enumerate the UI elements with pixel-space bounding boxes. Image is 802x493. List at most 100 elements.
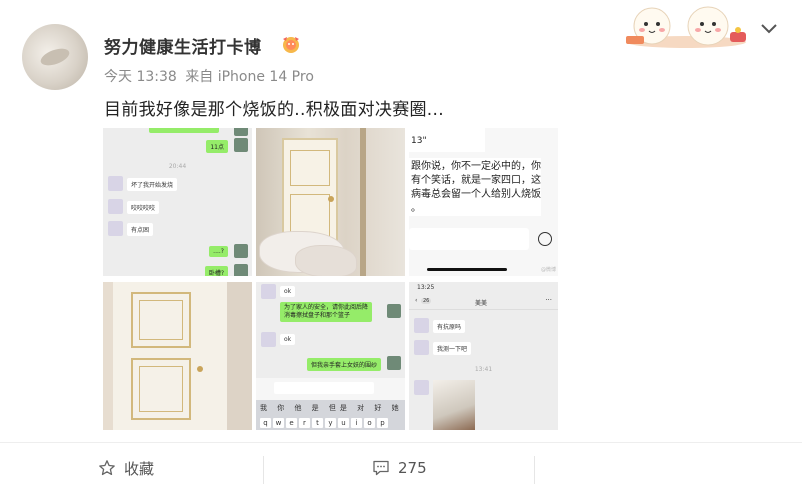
username[interactable]: 努力健康生活打卡博 bbox=[104, 33, 262, 58]
image-chat-3[interactable]: 13:25 ‹ 26 美美 ··· 有抗原吗 我测一下吧 13:41 bbox=[409, 282, 558, 430]
chat-avatar-right bbox=[234, 138, 248, 152]
chat-bubble-left: 有点困 bbox=[127, 223, 154, 236]
chat-photo bbox=[433, 380, 475, 430]
chat-input bbox=[409, 228, 529, 250]
avatar[interactable] bbox=[22, 24, 88, 90]
keyboard-suggestions: 我 你 他 是 但是 对 好 她 bbox=[260, 404, 403, 412]
chat-line: 跟你说，你不一定必中的，你 bbox=[411, 161, 541, 172]
key: u bbox=[338, 418, 349, 428]
comment-icon bbox=[373, 460, 389, 476]
chat-line: 。 bbox=[411, 203, 421, 214]
chat-avatar-left bbox=[414, 318, 429, 333]
post-source[interactable]: 来自 iPhone 14 Pro bbox=[185, 69, 314, 85]
image-chat-1[interactable]: 11点 20:44 坏了我开始发烧 咬咬咬咬 有点困 ....? 卧槽? bbox=[103, 128, 252, 276]
chat-screenshot: 13:25 ‹ 26 美美 ··· 有抗原吗 我测一下吧 13:41 bbox=[409, 282, 558, 430]
watermark: @微博 bbox=[540, 267, 556, 273]
status-clock: 13:25 bbox=[417, 284, 435, 291]
keyboard-row: qwertyuiop bbox=[260, 418, 390, 428]
decorative-sticker-icon bbox=[626, 6, 746, 48]
chat-bubble-left: ok bbox=[280, 286, 296, 297]
door-panel bbox=[290, 150, 330, 186]
chat-screenshot: ok 为了家人的安全，请你此阅后降 消毒擦拭盘子和那个篮子 ok 但我亲手套上女… bbox=[256, 282, 405, 430]
chat-bubble-left: ok bbox=[280, 334, 296, 345]
chat-message-box: 跟你说，你不一定必中的，你 有个笑话，就是一家四口，这 病毒总会留一个人给别人烧… bbox=[409, 158, 541, 216]
chat-screenshot: 13" 跟你说，你不一定必中的，你 有个笑话，就是一家四口，这 病毒总会留一个人… bbox=[409, 128, 558, 276]
post-meta: 今天 13:38 来自 iPhone 14 Pro bbox=[104, 66, 318, 86]
chat-avatar-right bbox=[387, 304, 401, 318]
chat-avatar-right bbox=[387, 356, 401, 370]
chat-input bbox=[274, 382, 374, 394]
chat-bubble-left: 有抗原吗 bbox=[433, 320, 466, 333]
key: q bbox=[260, 418, 271, 428]
post-time: 今天 13:38 bbox=[104, 69, 177, 85]
chat-bubble-right bbox=[149, 128, 219, 133]
chat-line: 为了家人的安全，请你此阅后降 bbox=[284, 304, 369, 311]
unread-count: 26 bbox=[421, 298, 432, 304]
chat-bubble-left: 我测一下吧 bbox=[433, 342, 472, 355]
key: p bbox=[377, 418, 388, 428]
key: w bbox=[273, 418, 284, 428]
more-icon: ··· bbox=[545, 296, 552, 304]
door-knob bbox=[197, 366, 203, 372]
chat-avatar-left bbox=[261, 332, 276, 347]
chat-time: 20:44 bbox=[168, 163, 187, 170]
home-indicator bbox=[427, 268, 507, 271]
chat-bubble-right: 11点 bbox=[206, 140, 228, 153]
chat-bubble-right: 为了家人的安全，请你此阅后降 消毒擦拭盘子和那个篮子 bbox=[280, 302, 373, 322]
key: r bbox=[299, 418, 310, 428]
chat-bubble-right: ....? bbox=[209, 246, 228, 257]
wall bbox=[227, 282, 252, 430]
door-knob bbox=[328, 196, 334, 202]
image-chat-text[interactable]: 13" 跟你说，你不一定必中的，你 有个笑话，就是一家四口，这 病毒总会留一个人… bbox=[409, 128, 558, 276]
chevron-down-icon[interactable] bbox=[760, 22, 778, 36]
chat-bubble-right: 但我亲手套上女妖的围纱 bbox=[306, 358, 381, 371]
chat-line: 消毒擦拭盘子和那个篮子 bbox=[284, 312, 351, 319]
image-grid: 11点 20:44 坏了我开始发烧 咬咬咬咬 有点困 ....? 卧槽? 13"… bbox=[103, 128, 559, 430]
door-frame bbox=[103, 282, 113, 430]
chat-avatar-left bbox=[108, 199, 123, 214]
key: e bbox=[286, 418, 297, 428]
key: t bbox=[312, 418, 323, 428]
chat-avatar-left bbox=[261, 284, 276, 299]
chat-avatar-left bbox=[414, 380, 429, 395]
image-chat-2[interactable]: ok 为了家人的安全，请你此阅后降 消毒擦拭盘子和那个篮子 ok 但我亲手套上女… bbox=[256, 282, 405, 430]
chat-line: 病毒总会留一个人给别人烧饭 bbox=[411, 189, 541, 200]
back-icon: ‹ bbox=[415, 297, 418, 304]
door-panel bbox=[139, 300, 183, 340]
keyboard: 我 你 他 是 但是 对 好 她 qwertyuiop bbox=[256, 400, 405, 430]
footer-separator bbox=[263, 456, 264, 484]
key: y bbox=[325, 418, 336, 428]
favorite-label: 收藏 bbox=[124, 459, 155, 478]
chat-line: 有个笑话，就是一家四口，这 bbox=[411, 175, 541, 186]
door-panel bbox=[139, 366, 183, 412]
key: o bbox=[364, 418, 375, 428]
chat-input-bar bbox=[256, 378, 405, 400]
door-frame bbox=[360, 128, 366, 276]
chat-bubble-left: 坏了我开始发烧 bbox=[127, 178, 178, 191]
chat-avatar-right bbox=[234, 128, 248, 136]
favorite-button[interactable]: 收藏 bbox=[98, 443, 154, 493]
chat-avatar-left bbox=[108, 221, 123, 236]
post-text: 目前我好像是那个烧饭的..积极面对决赛圈... bbox=[104, 100, 444, 120]
image-door-clothes[interactable] bbox=[256, 128, 405, 276]
post-actions-bar: 收藏 275 bbox=[0, 443, 802, 493]
chat-bubble-right: 卧槽? bbox=[204, 266, 228, 276]
key: i bbox=[351, 418, 362, 428]
comment-count: 275 bbox=[398, 459, 427, 477]
comment-button[interactable]: 275 bbox=[372, 443, 427, 493]
chat-bubble-left: 咬咬咬咬 bbox=[127, 201, 160, 214]
clothes-pile bbox=[296, 246, 356, 276]
chat-screenshot: 11点 20:44 坏了我开始发烧 咬咬咬咬 有点困 ....? 卧槽? bbox=[103, 128, 252, 276]
door-photo bbox=[256, 128, 405, 276]
door-photo bbox=[103, 282, 252, 430]
chat-top-line: 13" bbox=[409, 128, 485, 152]
footer-separator bbox=[534, 456, 535, 484]
star-icon bbox=[99, 460, 115, 476]
member-badge-icon[interactable] bbox=[279, 34, 303, 54]
contact-name: 美美 bbox=[475, 300, 488, 307]
image-door-closeup[interactable] bbox=[103, 282, 252, 430]
emoji-icon bbox=[538, 232, 552, 246]
chat-avatar-left bbox=[108, 176, 123, 191]
chat-avatar-right bbox=[234, 244, 248, 258]
chat-avatar-left bbox=[414, 340, 429, 355]
